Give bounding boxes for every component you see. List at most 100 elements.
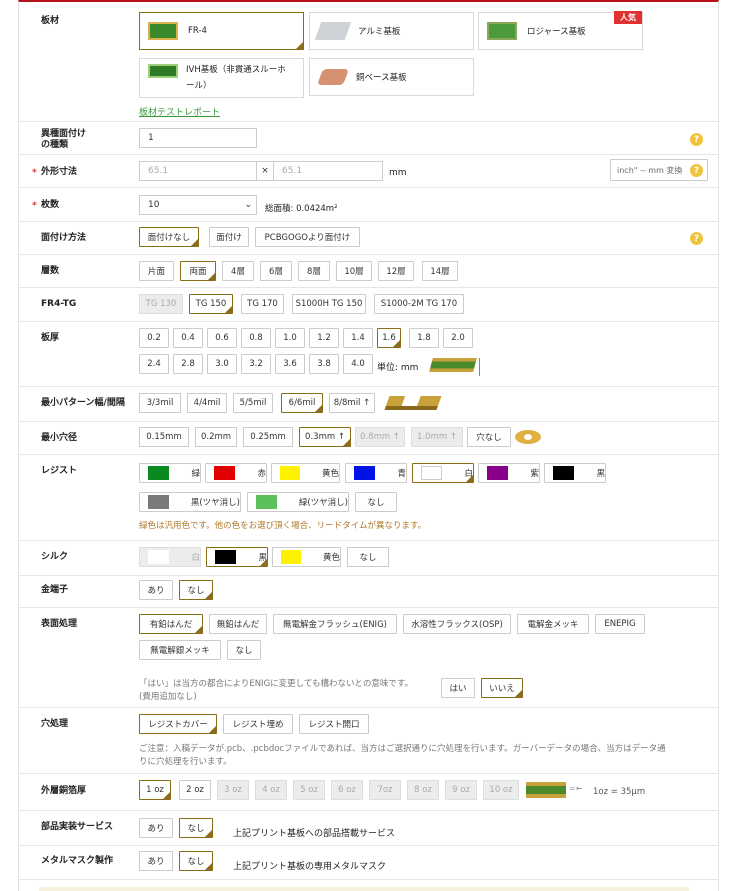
copper-3oz[interactable]: 3 oz bbox=[217, 780, 249, 800]
layer-14-button[interactable]: 14層 bbox=[422, 261, 458, 281]
resist-black[interactable]: 黒 bbox=[544, 463, 606, 483]
material-report-link[interactable]: 板材テストレポート bbox=[139, 105, 220, 118]
hole-none[interactable]: 穴なし bbox=[467, 427, 511, 447]
assembly-yes[interactable]: あり bbox=[139, 818, 173, 838]
thick-1.6[interactable]: 1.6 bbox=[377, 328, 401, 348]
trace-5mil[interactable]: 5/5mil bbox=[233, 393, 273, 413]
thick-3.6[interactable]: 3.6 bbox=[275, 354, 305, 374]
trace-8mil[interactable]: 8/8mil ↑ bbox=[329, 393, 375, 413]
thick-1.8[interactable]: 1.8 bbox=[409, 328, 439, 348]
material-rogers[interactable]: ロジャース基板 人気 bbox=[478, 11, 643, 50]
panel-yes-button[interactable]: 面付け bbox=[209, 227, 249, 247]
qty-select[interactable]: 10 ⌄ bbox=[139, 195, 257, 215]
thick-3.8[interactable]: 3.8 bbox=[309, 354, 339, 374]
panel-help-icon[interactable]: ? bbox=[690, 232, 703, 245]
panel-pcbgogo-button[interactable]: PCBGOGOより面付け bbox=[255, 227, 360, 247]
copper-2oz[interactable]: 2 oz bbox=[179, 780, 211, 800]
copper-9oz[interactable]: 9 oz bbox=[445, 780, 477, 800]
material-fr4[interactable]: FR-4 bbox=[139, 12, 304, 50]
copper-5oz[interactable]: 5 oz bbox=[293, 780, 325, 800]
types-help-icon[interactable]: ? bbox=[690, 133, 703, 146]
thick-2.4[interactable]: 2.4 bbox=[139, 354, 169, 374]
stencil-no[interactable]: なし bbox=[179, 851, 213, 871]
tg-s1000-2m-button[interactable]: S1000-2M TG 170 bbox=[374, 294, 464, 314]
hole-0.3[interactable]: 0.3mm ↑ bbox=[299, 427, 351, 447]
thick-4.0[interactable]: 4.0 bbox=[343, 354, 373, 374]
layer-2-button[interactable]: 両面 bbox=[180, 261, 216, 281]
stencil-yes[interactable]: あり bbox=[139, 851, 173, 871]
hole-0.8[interactable]: 0.8mm ↑ bbox=[355, 427, 405, 447]
tg-150-button[interactable]: TG 150 bbox=[189, 294, 233, 314]
tg-170-button[interactable]: TG 170 bbox=[241, 294, 284, 314]
copper-8oz[interactable]: 8 oz bbox=[407, 780, 439, 800]
surface-electro-gold[interactable]: 電解金メッキ bbox=[517, 614, 589, 634]
thick-2.0[interactable]: 2.0 bbox=[443, 328, 473, 348]
layer-1-button[interactable]: 片面 bbox=[139, 261, 174, 281]
thick-0.8[interactable]: 0.8 bbox=[241, 328, 271, 348]
thick-0.6[interactable]: 0.6 bbox=[207, 328, 237, 348]
silk-yellow[interactable]: 黄色 bbox=[272, 547, 341, 567]
trace-3mil[interactable]: 3/3mil bbox=[139, 393, 181, 413]
layer-6-button[interactable]: 6層 bbox=[260, 261, 292, 281]
size-width-input[interactable]: 65.1 bbox=[139, 161, 257, 181]
thick-1.4[interactable]: 1.4 bbox=[343, 328, 373, 348]
gold-yes[interactable]: あり bbox=[139, 580, 173, 600]
silk-none[interactable]: なし bbox=[347, 547, 389, 567]
enig-ok-yes[interactable]: はい bbox=[441, 678, 475, 698]
trace-6mil[interactable]: 6/6mil bbox=[281, 393, 323, 413]
panel-none-button[interactable]: 面付けなし bbox=[139, 227, 199, 247]
surface-leaded-hasl[interactable]: 有鉛はんだ bbox=[139, 614, 203, 634]
trace-4mil[interactable]: 4/4mil bbox=[187, 393, 227, 413]
gold-no[interactable]: なし bbox=[179, 580, 213, 600]
copper-7oz[interactable]: 7oz bbox=[369, 780, 401, 800]
hole-0.25[interactable]: 0.25mm bbox=[243, 427, 293, 447]
via-open[interactable]: レジスト開口 bbox=[299, 714, 369, 734]
material-ivh[interactable]: IVH基板（非貫通スルーホ ール） bbox=[139, 58, 304, 98]
layer-12-button[interactable]: 12層 bbox=[378, 261, 414, 281]
surface-enepig[interactable]: ENEPIG bbox=[595, 614, 645, 634]
hole-0.15[interactable]: 0.15mm bbox=[139, 427, 189, 447]
surface-enig[interactable]: 無電解金フラッシュ(ENIG) bbox=[273, 614, 397, 634]
thick-3.0[interactable]: 3.0 bbox=[207, 354, 237, 374]
resist-red[interactable]: 赤 bbox=[205, 463, 267, 483]
hole-0.2[interactable]: 0.2mm bbox=[195, 427, 237, 447]
resist-matte-black[interactable]: 黒(ツヤ消し) bbox=[139, 492, 241, 512]
copper-10oz[interactable]: 10 oz bbox=[483, 780, 519, 800]
material-copper-base[interactable]: 銅ベース基板 bbox=[309, 58, 474, 96]
resist-blue[interactable]: 青 bbox=[345, 463, 407, 483]
thick-1.2[interactable]: 1.2 bbox=[309, 328, 339, 348]
copper-6oz[interactable]: 6 oz bbox=[331, 780, 363, 800]
resist-white[interactable]: 白 bbox=[412, 463, 474, 483]
via-plugged[interactable]: レジスト埋め bbox=[223, 714, 293, 734]
material-aluminum[interactable]: アルミ基板 bbox=[309, 12, 474, 50]
assembly-no[interactable]: なし bbox=[179, 818, 213, 838]
surface-none[interactable]: なし bbox=[227, 640, 261, 660]
via-tented[interactable]: レジストカバー bbox=[139, 714, 217, 734]
enig-ok-no[interactable]: いいえ bbox=[481, 678, 523, 698]
size-height-input[interactable]: 65.1 bbox=[273, 161, 383, 181]
thick-1.0[interactable]: 1.0 bbox=[275, 328, 305, 348]
copper-4oz[interactable]: 4 oz bbox=[255, 780, 287, 800]
surface-silver[interactable]: 無電解銀メッキ bbox=[139, 640, 221, 660]
hole-1.0[interactable]: 1.0mm ↑ bbox=[411, 427, 463, 447]
resist-yellow[interactable]: 黄色 bbox=[271, 463, 340, 483]
layer-4-button[interactable]: 4層 bbox=[222, 261, 254, 281]
thick-0.2[interactable]: 0.2 bbox=[139, 328, 169, 348]
silk-white[interactable]: 白 bbox=[139, 547, 201, 567]
surface-osp[interactable]: 水溶性フラックス(OSP) bbox=[403, 614, 511, 634]
layer-8-button[interactable]: 8層 bbox=[298, 261, 330, 281]
tg-130-button[interactable]: TG 130 bbox=[139, 294, 183, 314]
thick-3.2[interactable]: 3.2 bbox=[241, 354, 271, 374]
resist-matte-green[interactable]: 緑(ツヤ消し) bbox=[247, 492, 349, 512]
thick-0.4[interactable]: 0.4 bbox=[173, 328, 203, 348]
types-input[interactable]: 1 bbox=[139, 128, 257, 148]
size-help-icon[interactable]: ? bbox=[690, 164, 703, 177]
thick-2.8[interactable]: 2.8 bbox=[173, 354, 203, 374]
silk-black[interactable]: 黒 bbox=[206, 547, 268, 567]
layer-10-button[interactable]: 10層 bbox=[336, 261, 372, 281]
resist-none[interactable]: なし bbox=[355, 492, 397, 512]
copper-1oz[interactable]: 1 oz bbox=[139, 780, 171, 800]
tg-s1000h-button[interactable]: S1000H TG 150 bbox=[292, 294, 366, 314]
resist-green[interactable]: 緑 bbox=[139, 463, 201, 483]
surface-leadfree-hasl[interactable]: 無鉛はんだ bbox=[209, 614, 267, 634]
